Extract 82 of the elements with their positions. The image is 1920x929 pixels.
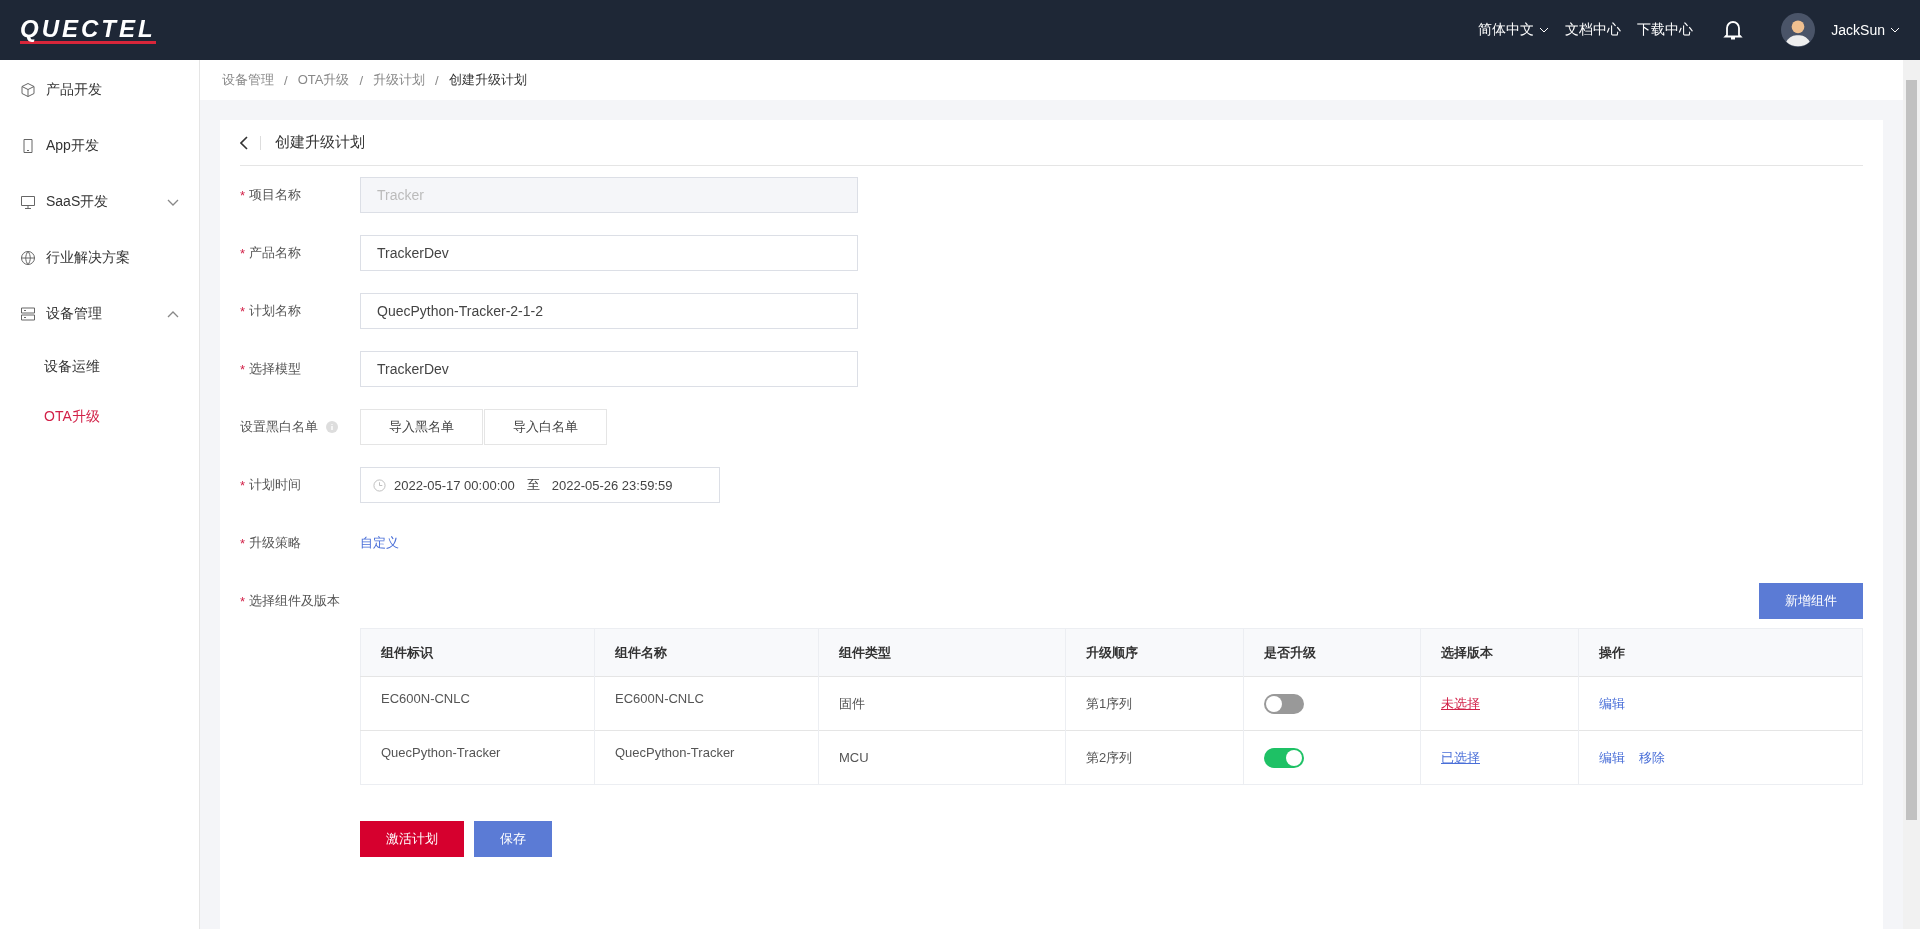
- language-selector[interactable]: 简体中文: [1478, 21, 1550, 39]
- table-cell: QuecPython-Tracker: [594, 730, 819, 785]
- column-header: 操作: [1578, 628, 1863, 677]
- upgrade-toggle[interactable]: [1264, 747, 1304, 768]
- breadcrumb-link[interactable]: 设备管理: [222, 71, 274, 89]
- chevron-down-icon: [1539, 27, 1550, 33]
- breadcrumb-link[interactable]: 创建升级计划: [448, 71, 527, 89]
- globe-icon: [20, 250, 36, 266]
- field-label: 升级策略: [249, 534, 302, 552]
- text-field[interactable]: TrackerDev: [360, 351, 858, 387]
- breadcrumb-separator: /: [435, 72, 439, 88]
- sidebar-item[interactable]: 设备管理: [0, 286, 199, 342]
- field-label: 选择模型: [249, 360, 302, 378]
- bell-icon[interactable]: [1723, 19, 1744, 41]
- activate-button[interactable]: 激活计划: [360, 821, 464, 857]
- action-link[interactable]: 移除: [1639, 749, 1665, 765]
- required-mark: *: [240, 303, 246, 319]
- sidebar-subitem[interactable]: OTA升级: [0, 392, 199, 442]
- sidebar-item[interactable]: SaaS开发: [0, 174, 199, 230]
- date-range-field[interactable]: 2022-05-17 00:00:00 至 2022-05-26 23:59:59: [360, 467, 720, 503]
- required-mark: *: [240, 245, 246, 261]
- import-button[interactable]: 导入黑名单: [360, 409, 483, 445]
- start-date: 2022-05-17 00:00:00: [394, 477, 515, 493]
- breadcrumb-separator: /: [284, 72, 288, 88]
- scrollbar[interactable]: [1903, 60, 1920, 929]
- monitor-icon: [20, 194, 36, 210]
- action-link[interactable]: 编辑: [1599, 695, 1625, 711]
- user-menu[interactable]: JackSun: [1831, 22, 1900, 38]
- table-cell: 固件: [818, 676, 1066, 731]
- required-mark: *: [240, 361, 246, 377]
- save-button[interactable]: 保存: [474, 821, 552, 857]
- upgrade-toggle[interactable]: [1264, 693, 1304, 714]
- version-link[interactable]: 已选择: [1441, 749, 1480, 765]
- back-icon[interactable]: [240, 135, 261, 150]
- required-mark: *: [240, 593, 246, 609]
- column-header: 组件标识: [360, 628, 595, 677]
- required-mark: *: [240, 187, 246, 203]
- avatar[interactable]: [1781, 13, 1816, 47]
- breadcrumb-separator: /: [359, 72, 363, 88]
- sidebar-item[interactable]: 产品开发: [0, 62, 199, 118]
- phone-icon: [20, 138, 36, 154]
- field-label: 设置黑白名单: [240, 418, 318, 436]
- sidebar-subitem[interactable]: 设备运维: [0, 342, 199, 392]
- page-title: 创建升级计划: [275, 133, 365, 152]
- field-label: 产品名称: [249, 244, 302, 262]
- table-cell: EC600N-CNLC: [360, 676, 595, 731]
- action-link[interactable]: 编辑: [1599, 749, 1625, 765]
- field-label: 计划时间: [249, 476, 302, 494]
- text-field[interactable]: TrackerDev: [360, 235, 858, 271]
- import-button[interactable]: 导入白名单: [484, 409, 607, 445]
- field-label: 项目名称: [249, 186, 302, 204]
- header-link[interactable]: 下载中心: [1637, 21, 1694, 39]
- logo[interactable]: QUECTEL: [20, 16, 156, 44]
- strategy-link[interactable]: 自定义: [360, 534, 399, 552]
- breadcrumb-link[interactable]: OTA升级: [297, 71, 350, 89]
- sidebar-item[interactable]: App开发: [0, 118, 199, 174]
- range-separator: 至: [526, 476, 540, 494]
- required-mark: *: [240, 477, 246, 493]
- server-icon: [20, 306, 36, 322]
- text-field[interactable]: QuecPython-Tracker-2-1-2: [360, 293, 858, 329]
- version-link[interactable]: 未选择: [1441, 695, 1480, 711]
- table-cell: MCU: [818, 730, 1066, 785]
- table-cell: 第1序列: [1065, 676, 1244, 731]
- table-cell: QuecPython-Tracker: [360, 730, 595, 785]
- clock-icon: [373, 478, 386, 492]
- table-cell: 第2序列: [1065, 730, 1244, 785]
- header-link[interactable]: 文档中心: [1565, 21, 1622, 39]
- chevron-down-icon: [1890, 27, 1900, 33]
- column-header: 升级顺序: [1065, 628, 1244, 677]
- end-date: 2022-05-26 23:59:59: [551, 477, 673, 493]
- breadcrumb-link[interactable]: 升级计划: [373, 71, 425, 89]
- column-header: 选择版本: [1420, 628, 1579, 677]
- table-cell: EC600N-CNLC: [594, 676, 819, 731]
- add-component-button[interactable]: 新增组件: [1759, 583, 1863, 619]
- field-label: 计划名称: [249, 302, 302, 320]
- cube-icon: [20, 82, 36, 98]
- field-label: 选择组件及版本: [249, 592, 341, 610]
- sidebar-item[interactable]: 行业解决方案: [0, 230, 199, 286]
- column-header: 组件类型: [818, 628, 1066, 677]
- column-header: 是否升级: [1243, 628, 1421, 677]
- required-mark: *: [240, 535, 246, 551]
- column-header: 组件名称: [594, 628, 819, 677]
